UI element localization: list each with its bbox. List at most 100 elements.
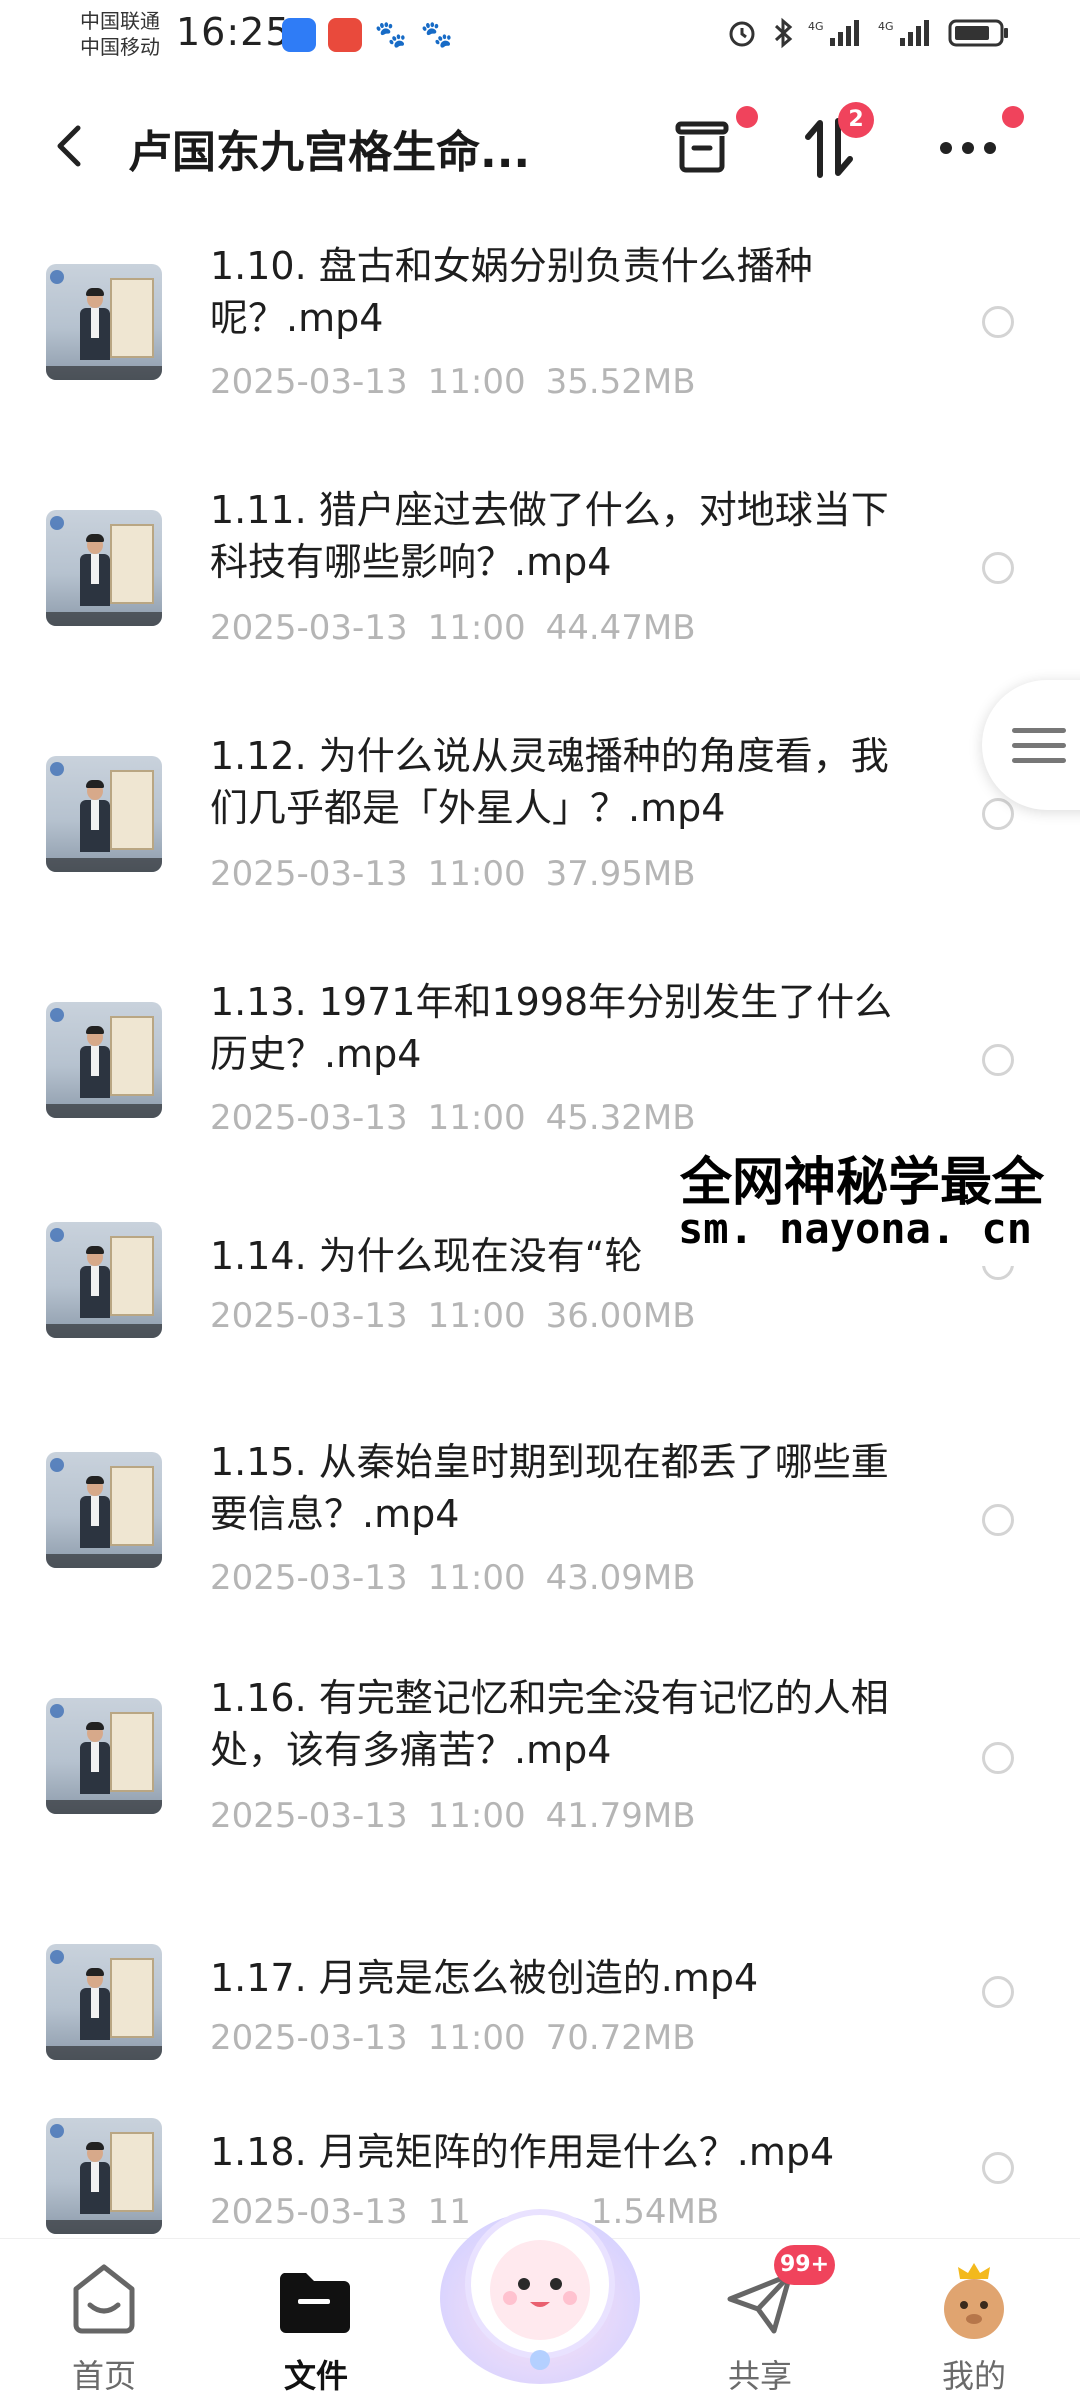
file-meta: 2025-03-13 11:00 41.79MB: [210, 1796, 696, 1836]
file-time: 11:00: [427, 1558, 526, 1598]
select-radio[interactable]: [982, 2152, 1014, 2184]
folder-icon: [279, 2273, 350, 2333]
mascot-icon: [440, 2209, 640, 2384]
paw-icon: 🐾: [420, 20, 454, 50]
top-bar: 卢国东九宫格生命... 2: [0, 80, 1080, 210]
nav-home[interactable]: 首页: [34, 2259, 174, 2395]
file-date: 2025-03-13: [210, 1098, 408, 1138]
signal-icon: 4G: [878, 16, 934, 50]
system-icons: 4G 4G: [726, 16, 1010, 50]
alarm-icon: [726, 16, 758, 50]
list-item[interactable]: 1.15. 从秦始皇时期到现在都丢了哪些重要信息？.mp4 2025-03-13…: [0, 1398, 1080, 1644]
home-icon: [73, 2264, 135, 2334]
nav-mine[interactable]: 我的: [904, 2259, 1044, 2395]
file-time: 11:00: [427, 1296, 526, 1336]
carrier-names: 中国联通 中国移动: [80, 8, 160, 60]
file-meta: 2025-03-13 11:00 45.32MB: [210, 1098, 696, 1138]
notification-dot: [736, 106, 758, 128]
file-name: 1.15. 从秦始皇时期到现在都丢了哪些重要信息？.mp4: [210, 1440, 889, 1536]
notification-icons: 🐾 🐾: [282, 18, 454, 52]
nav-files[interactable]: 文件: [246, 2259, 386, 2395]
page-title: 卢国东九宫格生命...: [128, 127, 531, 178]
paw-icon: 🐾: [374, 20, 408, 50]
file-date: 2025-03-13: [210, 608, 408, 648]
more-dots-icon: [940, 142, 996, 154]
file-size: 36.00MB: [545, 1296, 696, 1336]
file-meta: 2025-03-13 11:00 36.00MB: [210, 1296, 696, 1336]
nav-home-label: 首页: [71, 2357, 136, 2395]
back-button[interactable]: [48, 116, 96, 176]
nav-share[interactable]: 99+ 共享: [690, 2245, 836, 2395]
list-item[interactable]: 1.11. 猎户座过去做了什么，对地球当下科技有哪些影响？.mp4 2025-0…: [0, 456, 1080, 702]
avatar-icon: [944, 2263, 1004, 2339]
file-date: 2025-03-13: [210, 2192, 408, 2232]
file-size: 37.95MB: [545, 854, 696, 894]
status-bar: 中国联通 中国移动 16:25 🐾 🐾 4G 4G: [0, 0, 1080, 80]
video-thumbnail: [46, 1698, 162, 1814]
file-date: 2025-03-13: [210, 1296, 408, 1336]
list-item[interactable]: 1.10. 盘古和女娲分别负责什么播种呢？.mp4 2025-03-13 11:0…: [0, 210, 1080, 456]
list-item[interactable]: 1.13. 1971年和1998年分别发生了什么历史？.mp4 2025-03-…: [0, 948, 1080, 1168]
transfer-button[interactable]: [662, 106, 758, 188]
file-size: 43.09MB: [545, 1558, 696, 1598]
file-date: 2025-03-13: [210, 854, 408, 894]
file-size: 44.47MB: [545, 608, 696, 648]
notification-dot: [1002, 106, 1024, 128]
sort-button[interactable]: 2: [790, 102, 874, 188]
file-date: 2025-03-13: [210, 1558, 408, 1598]
video-thumbnail: [46, 756, 162, 872]
select-radio[interactable]: [982, 1504, 1014, 1536]
file-time: 11:00: [427, 362, 526, 402]
file-size: 45.32MB: [545, 1098, 696, 1138]
video-thumbnail: [46, 1452, 162, 1568]
file-date: 2025-03-13: [210, 1796, 408, 1836]
file-meta: 2025-03-13 11:00 70.72MB: [210, 2018, 696, 2058]
share-badge: 99+: [774, 2245, 836, 2285]
video-thumbnail: [46, 510, 162, 626]
file-meta: 2025-03-13 11:00 37.95MB: [210, 854, 696, 894]
file-name: 1.12. 为什么说从灵魂播种的角度看，我们几乎都是「外星人」？.mp4: [210, 734, 889, 830]
file-name: 1.13. 1971年和1998年分别发生了什么历史？.mp4: [210, 980, 893, 1076]
more-button[interactable]: [928, 106, 1024, 188]
status-time: 16:25: [176, 10, 291, 54]
video-thumbnail: [46, 2118, 162, 2234]
file-size: 41.79MB: [545, 1796, 696, 1836]
signal-icon: 4G: [808, 16, 864, 50]
file-date: 2025-03-13: [210, 362, 408, 402]
select-radio[interactable]: [982, 1742, 1014, 1774]
file-meta: 2025-03-13 11:00 43.09MB: [210, 1558, 696, 1598]
file-name: 1.11. 猎户座过去做了什么，对地球当下科技有哪些影响？.mp4: [210, 488, 889, 584]
battery-icon: [948, 16, 1010, 50]
app-notification-icon: [328, 18, 362, 52]
nav-files-label: 文件: [283, 2357, 348, 2395]
ai-assistant-mascot[interactable]: [430, 2180, 650, 2390]
select-radio[interactable]: [982, 1976, 1014, 2008]
file-name: 1.16. 有完整记忆和完全没有记忆的人相处，该有多痛苦？.mp4: [210, 1676, 889, 1772]
file-name: 1.10. 盘古和女娲分别负责什么播种呢？.mp4: [210, 244, 813, 340]
chevron-left-icon: [57, 125, 81, 167]
file-time: 11:00: [427, 608, 526, 648]
video-thumbnail: [46, 1944, 162, 2060]
list-item[interactable]: 1.17. 月亮是怎么被创造的.mp4 2025-03-13 11:00 70.72…: [0, 1890, 1080, 2096]
svg-text:4G: 4G: [878, 20, 894, 33]
file-meta: 2025-03-13 11:00 44.47MB: [210, 608, 696, 648]
select-radio[interactable]: [982, 1044, 1014, 1076]
file-meta: 2025-03-13 11:00 35.52MB: [210, 362, 696, 402]
carrier-1: 中国联通: [80, 9, 160, 33]
file-time: 11:00: [427, 1098, 526, 1138]
select-radio[interactable]: [982, 306, 1014, 338]
file-size: 35.52MB: [545, 362, 696, 402]
list-item[interactable]: 1.12. 为什么说从灵魂播种的角度看，我们几乎都是「外星人」？.mp4 202…: [0, 702, 1080, 948]
menu-lines-icon: [1012, 728, 1066, 773]
file-time: 11:00: [427, 854, 526, 894]
select-radio[interactable]: [982, 552, 1014, 584]
video-thumbnail: [46, 264, 162, 380]
list-item[interactable]: 1.16. 有完整记忆和完全没有记忆的人相处，该有多痛苦？.mp4 2025-0…: [0, 1644, 1080, 1890]
video-thumbnail: [46, 1222, 162, 1338]
file-name: 1.18. 月亮矩阵的作用是什么？.mp4: [210, 2130, 835, 2174]
carrier-2: 中国移动: [80, 35, 160, 59]
sort-badge: 2: [838, 102, 874, 138]
video-thumbnail: [46, 1002, 162, 1118]
select-radio[interactable]: [982, 798, 1014, 830]
bluetooth-icon: [772, 16, 794, 50]
